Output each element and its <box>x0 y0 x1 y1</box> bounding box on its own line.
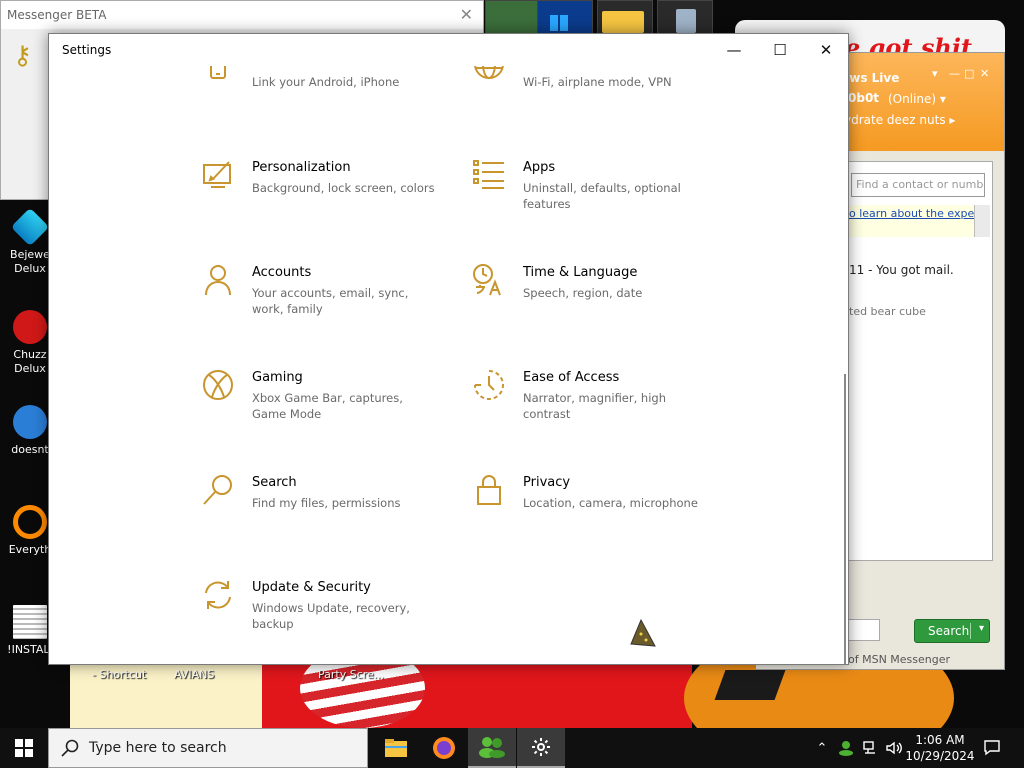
wizard-hat-cursor-icon <box>629 618 657 648</box>
xbox-icon <box>201 368 235 402</box>
msn-personal-message[interactable]: ydrate deez nuts ▸ <box>844 113 955 127</box>
ease-of-access-icon <box>472 368 506 402</box>
chevron-up-icon[interactable]: ⌃ <box>812 728 832 768</box>
bird-icon <box>13 405 47 439</box>
phone-icon <box>201 66 235 94</box>
tile-description: Find my files, permissions <box>252 496 401 510</box>
desktop-icon-label: doesnt <box>11 443 49 456</box>
tile-description: Wi-Fi, airplane mode, VPN <box>523 75 672 89</box>
globe-icon <box>472 66 506 94</box>
chevron-down-icon[interactable]: ▾ <box>979 623 984 634</box>
tile-description: Your accounts, email, sync, work, family <box>252 286 409 316</box>
chuzzle-icon <box>13 310 47 344</box>
tile-description: Xbox Game Bar, captures, Game Mode <box>252 391 403 421</box>
tile-title: Personalization <box>252 160 351 175</box>
tile-title: Ease of Access <box>523 370 620 385</box>
window-title: Settings <box>62 43 112 57</box>
tile-description: Link your Android, iPhone <box>252 75 400 89</box>
firefox-icon[interactable] <box>420 728 468 768</box>
settings-content: Link your Android, iPhone Wi-Fi, airplan… <box>49 66 848 664</box>
desktop-thumb-folder[interactable] <box>597 0 653 34</box>
messenger-beta-title: Messenger BETA <box>7 8 107 22</box>
msn-maximize-icon[interactable]: □ <box>964 67 974 80</box>
tile-description: Background, lock screen, colors <box>252 181 435 195</box>
clock-time: 1:06 AM <box>915 733 965 747</box>
notifications-icon[interactable] <box>980 728 1004 768</box>
magnifier-icon <box>13 505 47 539</box>
desktop-thumb-avatar[interactable] <box>485 0 541 34</box>
desktop-icon-label: Bejewe Delux <box>10 248 50 275</box>
desktop-icon-label: Chuzz Delux <box>13 348 47 375</box>
update-icon <box>201 578 235 612</box>
maximize-button[interactable]: ☐ <box>757 34 803 66</box>
gem-icon <box>10 207 50 247</box>
tile-title: Search <box>252 475 297 490</box>
taskbar-search-placeholder: Type here to search <box>89 740 227 756</box>
tile-title: Privacy <box>523 475 571 490</box>
msn-search-label: Search <box>928 624 970 638</box>
tile-description: Windows Update, recovery, backup <box>252 601 410 631</box>
msn-messenger-icon[interactable] <box>468 728 516 768</box>
settings-gear-icon[interactable] <box>517 728 565 768</box>
taskbar-clock[interactable]: 1:06 AM 10/29/2024 <box>905 732 975 764</box>
msn-info-scrollbar[interactable] <box>974 205 990 237</box>
desktop-label-shortcut[interactable]: - Shortcut <box>92 668 146 681</box>
tile-description: Uninstall, defaults, optional features <box>523 181 681 211</box>
msn-menu-icon[interactable]: ▾ <box>932 67 938 80</box>
file-explorer-icon[interactable] <box>372 728 420 768</box>
minimize-button[interactable]: — <box>711 34 757 66</box>
msn-info-link[interactable]: o learn about the experience <box>849 205 974 237</box>
msn-search-input[interactable] <box>848 619 880 641</box>
close-button[interactable]: ✕ <box>803 34 848 66</box>
desktop-icon-label: Everyth <box>8 543 52 556</box>
desktop-thumb-windows[interactable] <box>537 0 593 34</box>
apps-icon <box>472 158 506 192</box>
search-icon <box>61 739 79 757</box>
personalization-icon <box>201 158 235 192</box>
close-icon[interactable]: ✕ <box>460 5 473 24</box>
msn-contact-item[interactable]: ted bear cube <box>849 305 926 318</box>
tile-title: Gaming <box>252 370 303 385</box>
windows-logo-icon <box>15 739 33 757</box>
tile-title: Accounts <box>252 265 312 280</box>
desktop-label-party[interactable]: Party Scre... <box>318 668 384 681</box>
tile-description: Location, camera, microphone <box>523 496 698 510</box>
settings-scrollbar[interactable] <box>844 374 846 664</box>
msn-close-icon[interactable]: ✕ <box>980 67 989 80</box>
msn-find-contact-input[interactable]: Find a contact or numbe <box>851 173 985 197</box>
msn-display-name[interactable]: 0b0t <box>848 91 879 105</box>
msn-title: ows Live <box>841 71 900 85</box>
msn-search-button[interactable]: Search ▾ <box>914 619 990 643</box>
messenger-beta-titlebar[interactable]: Messenger BETA <box>1 1 483 29</box>
start-button[interactable] <box>0 728 48 768</box>
tile-title: Apps <box>523 160 556 175</box>
time-language-icon <box>472 263 506 297</box>
msn-minimize-icon[interactable]: — <box>949 67 960 80</box>
volume-icon[interactable] <box>884 728 904 768</box>
wallpaper-pumpkin-face <box>714 670 786 700</box>
msn-mail-notice[interactable]: 11 - You got mail. <box>849 263 954 277</box>
lock-icon <box>472 473 506 507</box>
taskbar-search-box[interactable]: Type here to search <box>48 728 368 768</box>
desktop-icon-label: !INSTALI <box>7 643 53 656</box>
search-icon <box>201 473 235 507</box>
msn-tray-icon[interactable] <box>836 728 856 768</box>
tile-title: Update & Security <box>252 580 371 595</box>
settings-window: Settings — ☐ ✕ Link your Android, iPhone… <box>48 33 849 665</box>
tile-title: Time & Language <box>523 265 638 280</box>
msn-footer: of MSN Messenger <box>848 653 951 666</box>
settings-titlebar[interactable]: Settings — ☐ ✕ <box>49 34 848 66</box>
msn-status[interactable]: (Online) ▾ <box>888 92 946 106</box>
desktop-label-avians[interactable]: AVIANS <box>174 668 214 681</box>
person-icon <box>201 263 235 297</box>
taskbar: Type here to search ⌃ 1:06 AM 10/29/2024 <box>0 728 1024 768</box>
desktop-thumb-recycle[interactable] <box>657 0 713 34</box>
tile-description: Narrator, magnifier, high contrast <box>523 391 666 421</box>
document-icon <box>13 605 47 639</box>
tile-description: Speech, region, date <box>523 286 643 300</box>
network-icon[interactable] <box>860 728 882 768</box>
key-icon: ⚷ <box>13 41 33 71</box>
clock-date: 10/29/2024 <box>905 749 975 763</box>
